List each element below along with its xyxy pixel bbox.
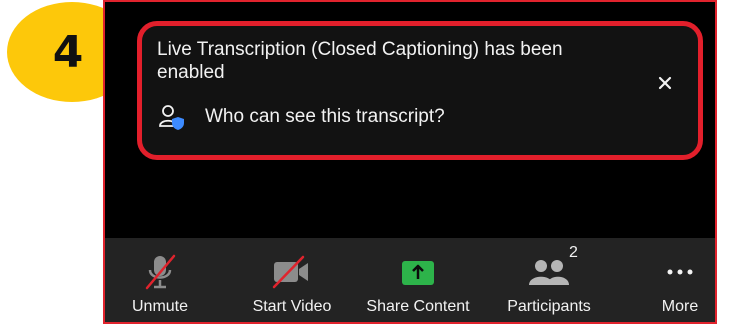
share-arrow-icon bbox=[400, 250, 436, 294]
step-number: 4 bbox=[52, 26, 84, 78]
unmute-button[interactable]: Unmute bbox=[115, 238, 205, 322]
more-dots-icon bbox=[665, 250, 695, 294]
start-video-label: Start Video bbox=[252, 298, 332, 315]
who-can-see-transcript-label: Who can see this transcript? bbox=[205, 106, 445, 127]
video-off-icon bbox=[270, 250, 314, 294]
more-label: More bbox=[661, 298, 699, 315]
who-can-see-transcript-link[interactable]: Who can see this transcript? bbox=[157, 102, 445, 132]
transcription-notification: Live Transcription (Closed Captioning) h… bbox=[137, 21, 703, 160]
notification-message: Live Transcription (Closed Captioning) h… bbox=[157, 39, 563, 83]
participants-button[interactable]: 2 Participants bbox=[489, 238, 609, 322]
more-button[interactable]: More bbox=[645, 238, 715, 322]
share-content-button[interactable]: Share Content bbox=[353, 238, 483, 322]
unmute-label: Unmute bbox=[131, 298, 189, 315]
person-shield-icon bbox=[157, 102, 187, 132]
share-content-label: Share Content bbox=[366, 298, 470, 315]
participants-count-badge: 2 bbox=[569, 244, 578, 261]
start-video-button[interactable]: Start Video bbox=[237, 238, 347, 322]
participants-label: Participants bbox=[507, 298, 591, 315]
close-icon bbox=[658, 76, 672, 90]
participants-icon bbox=[527, 250, 571, 294]
meeting-toolbar: Unmute Start Video Share Content 2 Parti… bbox=[105, 238, 715, 322]
close-notification-button[interactable] bbox=[656, 74, 674, 92]
microphone-muted-icon bbox=[143, 250, 177, 294]
meeting-screen: Live Transcription (Closed Captioning) h… bbox=[103, 0, 717, 324]
